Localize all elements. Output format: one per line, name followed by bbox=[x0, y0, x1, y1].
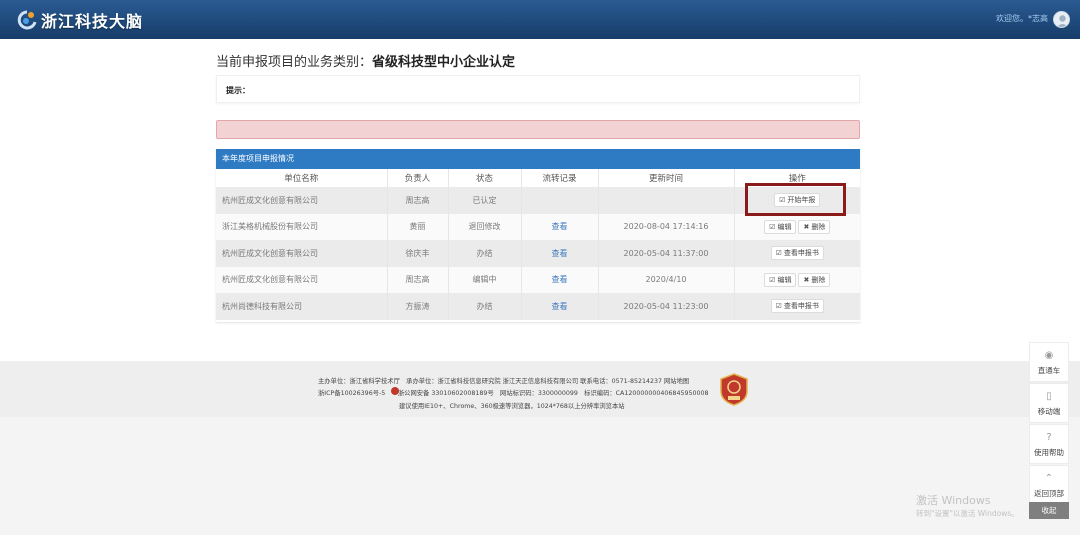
logo-mark-icon bbox=[16, 9, 38, 31]
activate-windows-title: 激活 Windows bbox=[916, 494, 991, 507]
category-value: 省级科技型中小企业认定 bbox=[372, 55, 516, 70]
help-icon: ? bbox=[1046, 432, 1052, 443]
alert-bar bbox=[216, 120, 860, 139]
flow-record: 查看 bbox=[521, 293, 599, 320]
table-row: 杭州尚德科技有限公司 方振涛 办结 查看 2020-05-04 11:23:00… bbox=[216, 293, 860, 320]
person-in-charge: 徐庆丰 bbox=[387, 240, 449, 267]
annual-declaration-panel: 本年度项目申报情况 单位名称 负责人 状态 流转记录 更新时间 操作 杭州匠成文… bbox=[216, 149, 860, 322]
view-flow-link[interactable]: 查看 bbox=[552, 302, 568, 311]
status: 已认定 bbox=[448, 187, 522, 214]
user-avatar-icon bbox=[1056, 15, 1069, 27]
tool-label: 使用帮助 bbox=[1034, 448, 1064, 457]
hint-box: 提示： bbox=[216, 75, 860, 103]
unit-name: 杭州匠成文化创意有限公司 bbox=[216, 240, 388, 267]
view-flow-link[interactable]: 查看 bbox=[552, 275, 568, 284]
close-icon: ✖ bbox=[803, 275, 810, 284]
button-label: 查看申报书 bbox=[783, 249, 819, 258]
status: 办结 bbox=[448, 240, 522, 267]
arrow-up-icon: ⌃ bbox=[1044, 473, 1054, 484]
edit-icon: ☑ bbox=[769, 275, 776, 284]
edit-button[interactable]: ☑ 编辑 bbox=[764, 272, 797, 287]
button-label: 删除 bbox=[811, 222, 826, 231]
unit-name: 杭州匠成文化创意有限公司 bbox=[216, 266, 388, 293]
tool-help[interactable]: ? 使用帮助 bbox=[1029, 424, 1069, 464]
status: 退回修改 bbox=[448, 213, 522, 240]
view-declaration-button[interactable]: ☑ 查看申报书 bbox=[770, 299, 824, 314]
delete-button[interactable]: ✖ 删除 bbox=[798, 272, 831, 287]
column-header: 状态 bbox=[448, 169, 522, 187]
button-label: 编辑 bbox=[777, 275, 792, 284]
update-time: 2020-08-04 17:14:16 bbox=[598, 213, 735, 240]
highlight-box bbox=[745, 183, 846, 216]
edit-icon: ☑ bbox=[775, 302, 782, 311]
collapse-button[interactable]: 收起 bbox=[1029, 502, 1069, 519]
person-in-charge: 黄丽 bbox=[387, 213, 449, 240]
edit-button[interactable]: ☑ 编辑 bbox=[764, 219, 797, 234]
hint-label: 提示： bbox=[226, 86, 250, 95]
close-icon: ✖ bbox=[803, 222, 810, 231]
edit-icon: ☑ bbox=[769, 222, 776, 231]
delete-button[interactable]: ✖ 删除 bbox=[798, 219, 831, 234]
table-row: 杭州匠成文化创意有限公司 周志高 编辑中 查看 2020/4/10 ☑ 编辑 ✖ 删除 bbox=[216, 266, 860, 293]
person-in-charge: 方振涛 bbox=[387, 293, 449, 320]
emblem-icon bbox=[720, 373, 748, 406]
tool-label: 返回顶部 bbox=[1034, 489, 1064, 498]
update-time bbox=[598, 187, 735, 214]
update-time: 2020-05-04 11:37:00 bbox=[598, 240, 735, 267]
column-header: 单位名称 bbox=[216, 169, 388, 187]
view-flow-link[interactable]: 查看 bbox=[552, 249, 568, 258]
gov-site-emblem[interactable] bbox=[719, 373, 749, 406]
table-row: 杭州匠成文化创意有限公司 徐庆丰 办结 查看 2020-05-04 11:37:… bbox=[216, 240, 860, 267]
unit-name: 杭州尚德科技有限公司 bbox=[216, 293, 388, 320]
button-label: 编辑 bbox=[777, 222, 792, 231]
activate-windows-hint: 转到"设置"以激活 Windows。 bbox=[916, 509, 1019, 518]
tool-back-to-top[interactable]: ⌃ 返回顶部 bbox=[1029, 465, 1069, 505]
business-category-title: 当前申报项目的业务类别：省级科技型中小企业认定 bbox=[216, 51, 515, 70]
flow-record: 查看 bbox=[521, 213, 599, 240]
flow-record: 查看 bbox=[521, 240, 599, 267]
panel-title: 本年度项目申报情况 bbox=[216, 149, 860, 169]
column-header: 负责人 bbox=[387, 169, 449, 187]
tool-direct-train[interactable]: ◉ 直通车 bbox=[1029, 342, 1069, 382]
logo-text: 浙江科技大脑 bbox=[41, 12, 144, 31]
update-time: 2020-05-04 11:23:00 bbox=[598, 293, 735, 320]
status: 编辑中 bbox=[448, 266, 522, 293]
operations: ☑ 查看申报书 bbox=[734, 293, 860, 320]
edit-icon: ☑ bbox=[775, 249, 782, 258]
car-icon: ◉ bbox=[1044, 350, 1054, 361]
site-footer: 主办单位：浙江省科学技术厅 承办单位：浙江省科技信息研究院 浙江天正信息科技有限… bbox=[0, 361, 1080, 417]
mobile-icon: ▯ bbox=[1046, 391, 1052, 402]
operations: ☑ 编辑 ✖ 删除 bbox=[734, 213, 860, 240]
button-label: 删除 bbox=[811, 275, 826, 284]
category-prefix: 当前申报项目的业务类别： bbox=[216, 55, 373, 70]
view-flow-link[interactable]: 查看 bbox=[552, 222, 568, 231]
column-header: 更新时间 bbox=[598, 169, 735, 187]
operations: ☑ 编辑 ✖ 删除 bbox=[734, 266, 860, 293]
flow-record bbox=[521, 187, 599, 214]
footer-line-2: 浙ICP备10026396号-5 浙公网安备 33010602008189号 网… bbox=[318, 390, 709, 397]
unit-name: 杭州匠成文化创意有限公司 bbox=[216, 187, 388, 214]
button-label: 查看申报书 bbox=[783, 302, 819, 311]
welcome-user[interactable]: 欢迎您。*志高 bbox=[996, 13, 1048, 24]
avatar[interactable] bbox=[1053, 11, 1070, 28]
police-badge-icon bbox=[391, 387, 399, 395]
view-declaration-button[interactable]: ☑ 查看申报书 bbox=[770, 246, 824, 261]
tool-label: 直通车 bbox=[1037, 366, 1061, 375]
person-in-charge: 周志高 bbox=[387, 266, 449, 293]
person-in-charge: 周志高 bbox=[387, 187, 449, 214]
flow-record: 查看 bbox=[521, 266, 599, 293]
top-navbar: 浙江科技大脑 欢迎您。*志高 bbox=[0, 0, 1080, 39]
operations: ☑ 查看申报书 bbox=[734, 240, 860, 267]
status: 办结 bbox=[448, 293, 522, 320]
unit-name: 浙江美格机械股份有限公司 bbox=[216, 213, 388, 240]
footer-line-1: 主办单位：浙江省科学技术厅 承办单位：浙江省科技信息研究院 浙江天正信息科技有限… bbox=[318, 378, 690, 385]
column-header: 流转记录 bbox=[521, 169, 599, 187]
side-toolbar: ◉ 直通车 ▯ 移动端 ? 使用帮助 ⌃ 返回顶部 bbox=[1029, 342, 1069, 506]
tool-mobile[interactable]: ▯ 移动端 bbox=[1029, 383, 1069, 423]
table-row: 浙江美格机械股份有限公司 黄丽 退回修改 查看 2020-08-04 17:14… bbox=[216, 213, 860, 240]
site-logo[interactable]: 浙江科技大脑 bbox=[16, 8, 143, 32]
update-time: 2020/4/10 bbox=[598, 266, 735, 293]
tool-label: 移动端 bbox=[1037, 407, 1061, 416]
